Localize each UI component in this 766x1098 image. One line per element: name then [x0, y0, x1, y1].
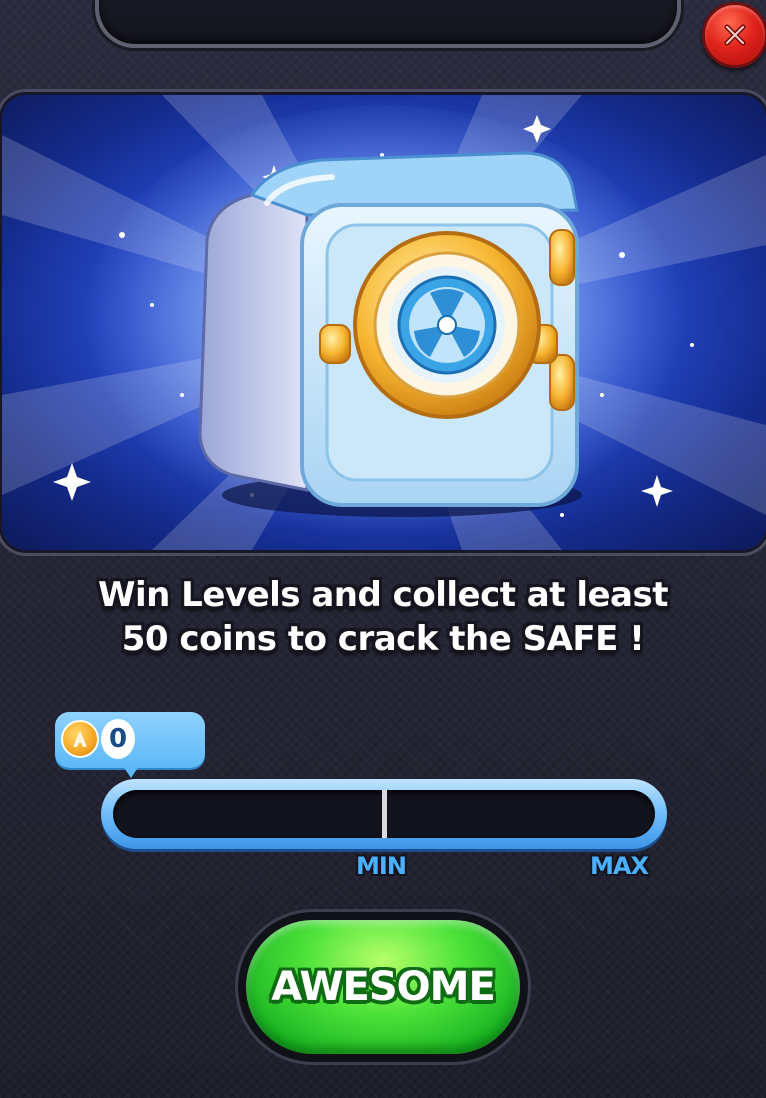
safe-illustration — [2, 95, 766, 550]
title-plate — [95, 0, 681, 48]
close-icon — [724, 24, 746, 46]
coin-count: 0 — [101, 719, 135, 759]
instruction-line-1: Win Levels and collect at least — [97, 575, 669, 615]
coin-icon — [61, 720, 99, 758]
instruction-line-2: 50 coins to crack the SAFE ! — [121, 619, 645, 659]
min-label: MIN — [356, 852, 407, 880]
awesome-button-label: AWESOME — [271, 964, 496, 1010]
min-marker — [382, 790, 387, 838]
progress-track — [113, 790, 655, 838]
coin-progress-bar — [101, 779, 667, 849]
bubble-tail — [123, 766, 139, 778]
max-label: MAX — [590, 852, 649, 880]
awesome-button[interactable]: AWESOME — [238, 912, 528, 1062]
awesome-button-face[interactable]: AWESOME — [246, 920, 520, 1054]
safe-banner — [2, 95, 766, 550]
coin-counter-bubble: 0 — [55, 712, 205, 778]
instruction-text: Win Levels and collect at least 50 coins… — [40, 573, 726, 661]
close-button[interactable] — [702, 2, 766, 68]
